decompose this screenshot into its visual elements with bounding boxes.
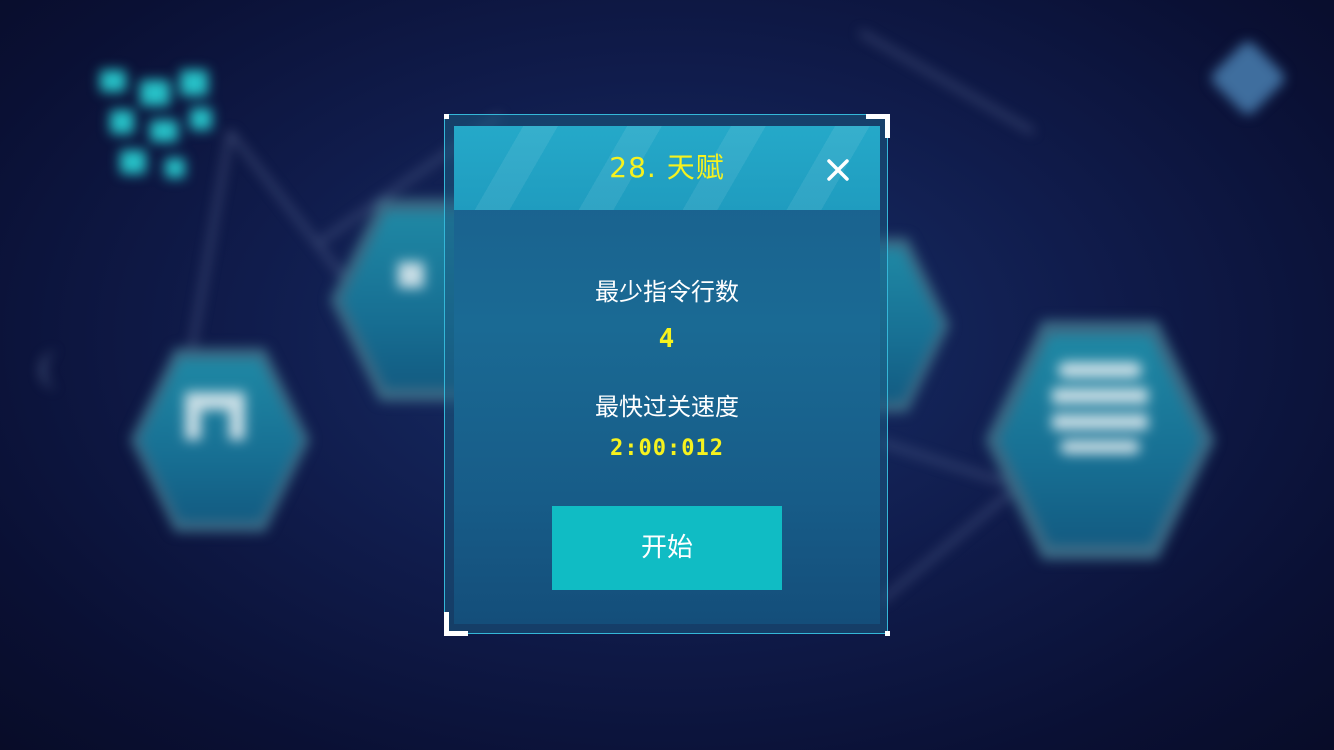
bracket-decoration: [40, 350, 65, 390]
level-node-glyph: [1052, 388, 1148, 404]
level-node-glyph: [185, 392, 245, 410]
fastest-time-label: 最快过关速度: [595, 393, 739, 421]
level-node-glyph: [398, 262, 424, 288]
map-connector: [878, 484, 1020, 604]
level-info-dialog: 28. 天赋 最少指令行数 4 最快过关速度 2:00:012 开始: [444, 114, 890, 636]
pixel-decoration: [165, 158, 185, 178]
diamond-decoration: [1208, 38, 1288, 118]
fastest-time-value: 2:00:012: [610, 436, 724, 461]
close-icon: [827, 159, 849, 181]
level-node-glyph: [1058, 362, 1142, 378]
level-node-glyph: [185, 410, 201, 440]
start-button[interactable]: 开始: [552, 506, 782, 590]
level-title: 28. 天赋: [609, 151, 725, 184]
pixel-decoration: [190, 108, 212, 130]
pixel-decoration: [150, 120, 178, 142]
dialog-panel: 28. 天赋 最少指令行数 4 最快过关速度 2:00:012 开始: [454, 126, 880, 624]
pixel-decoration: [120, 150, 146, 174]
pixel-decoration: [140, 80, 170, 106]
frame-corner-bottom-right: [885, 631, 890, 636]
min-lines-value: 4: [658, 324, 676, 354]
pixel-decoration: [110, 110, 134, 134]
level-node-glyph: [1060, 440, 1140, 454]
dialog-header: 28. 天赋: [454, 126, 880, 210]
min-lines-label: 最少指令行数: [595, 278, 739, 306]
level-node-glyph: [1052, 414, 1148, 430]
level-node-glyph: [229, 410, 245, 440]
pixel-decoration: [180, 70, 208, 96]
pixel-decoration: [100, 70, 126, 92]
close-button[interactable]: [820, 152, 856, 188]
frame-corner-top-left: [444, 114, 449, 119]
game-screen: 28. 天赋 最少指令行数 4 最快过关速度 2:00:012 开始: [0, 0, 1334, 750]
